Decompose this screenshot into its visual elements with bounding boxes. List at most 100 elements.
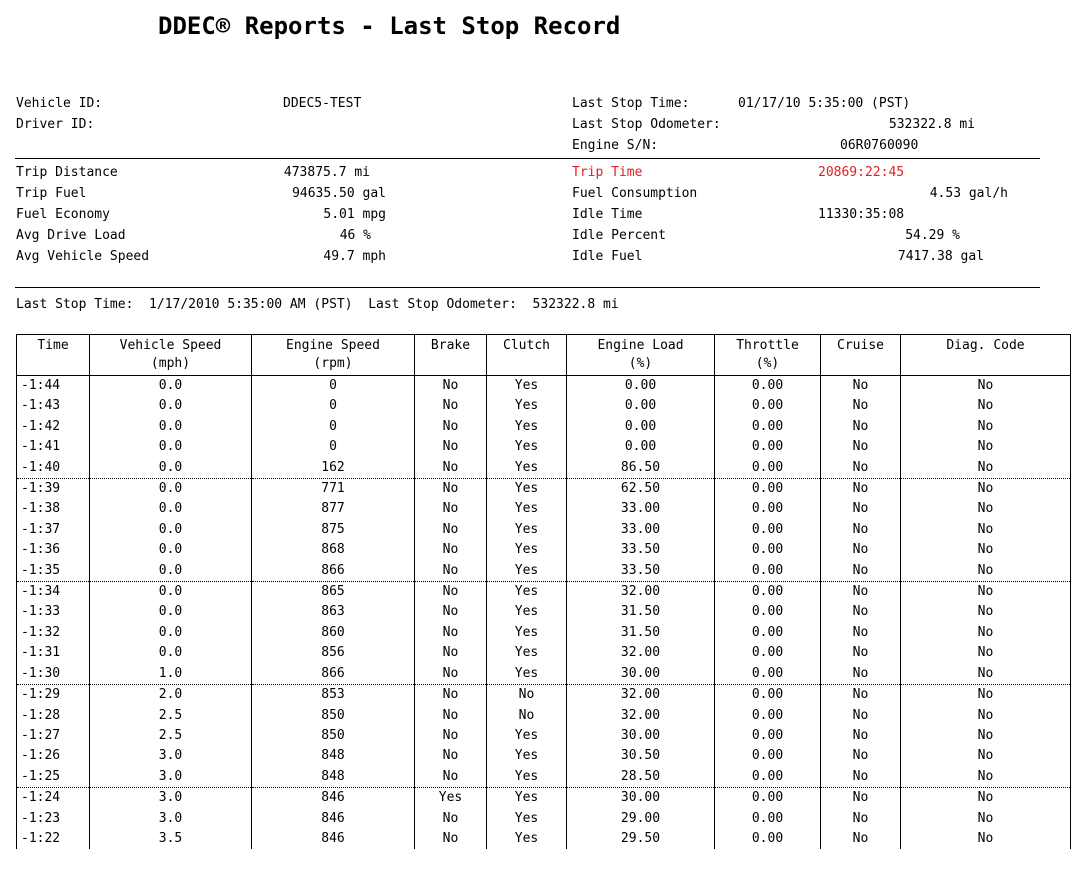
cell-throttle: 0.00: [714, 499, 821, 520]
driver-id-label: Driver ID:: [16, 117, 95, 132]
cell-diag-code: No: [900, 540, 1071, 561]
summary-value: 7417.38 gal: [897, 249, 984, 264]
table-row: -1:42 0.0 0 No Yes 0.00 0.00 No No: [16, 416, 1071, 438]
cell-diag-code: No: [900, 684, 1071, 706]
cell-vehicle-speed: 0.0: [89, 622, 252, 644]
cell-diag-code: No: [900, 725, 1071, 747]
cell-diag-code: No: [900, 396, 1071, 417]
cell-brake: No: [414, 766, 487, 789]
cell-diag-code: No: [900, 643, 1071, 664]
cell-vehicle-speed: 2.0: [89, 684, 252, 706]
cell-engine-load: 62.50: [566, 478, 715, 500]
cell-engine-speed: 0: [251, 396, 415, 417]
cell-vehicle-speed: 0.0: [89, 643, 252, 664]
cell-engine-speed: 848: [251, 746, 415, 767]
cell-time: -1:43: [16, 396, 90, 417]
table-header-row: Time Vehicle Speed (mph) Engine Speed (rpm) B…: [16, 334, 1071, 376]
cell-brake: No: [414, 416, 487, 438]
table-row: -1:27 2.5 850 No Yes 30.00 0.00 No No: [16, 725, 1071, 747]
summary-label: Idle Time: [572, 207, 643, 222]
column-header-clutch: Clutch: [486, 334, 567, 376]
cell-vehicle-speed: 0.0: [89, 540, 252, 561]
cell-cruise: No: [820, 519, 901, 541]
cell-vehicle-speed: 0.0: [89, 375, 252, 397]
cell-brake: No: [414, 499, 487, 520]
cell-vehicle-speed: 0.0: [89, 457, 252, 480]
cell-engine-load: 33.00: [566, 499, 715, 520]
table-row: -1:31 0.0 856 No Yes 32.00 0.00 No No: [16, 643, 1071, 664]
cell-engine-load: 32.00: [566, 684, 715, 706]
cell-engine-speed: 875: [251, 519, 415, 541]
cell-clutch: Yes: [486, 602, 567, 623]
cell-diag-code: No: [900, 581, 1071, 603]
cell-diag-code: No: [900, 622, 1071, 644]
cell-engine-speed: 860: [251, 622, 415, 644]
cell-throttle: 0.00: [714, 519, 821, 541]
cell-diag-code: No: [900, 375, 1071, 397]
cell-clutch: No: [486, 705, 567, 726]
cell-vehicle-speed: 3.0: [89, 746, 252, 767]
cell-engine-speed: 865: [251, 581, 415, 603]
cell-throttle: 0.00: [714, 581, 821, 603]
cell-clutch: Yes: [486, 643, 567, 664]
vehicle-id-value: DDEC5-TEST: [283, 96, 362, 111]
cell-diag-code: No: [900, 828, 1071, 850]
cell-throttle: 0.00: [714, 808, 821, 829]
cell-time: -1:38: [16, 499, 90, 520]
cell-engine-speed: 856: [251, 643, 415, 664]
summary-label: Fuel Consumption: [572, 186, 698, 201]
cell-engine-speed: 846: [251, 808, 415, 829]
cell-cruise: No: [820, 808, 901, 829]
cell-diag-code: No: [900, 787, 1071, 809]
cell-brake: No: [414, 560, 487, 583]
cell-throttle: 0.00: [714, 540, 821, 561]
cell-diag-code: No: [900, 437, 1071, 458]
summary-value: 473875.7 mi: [283, 165, 370, 180]
summary-label: Trip Fuel: [16, 186, 87, 201]
cell-clutch: Yes: [486, 725, 567, 747]
cell-brake: No: [414, 808, 487, 829]
cell-clutch: Yes: [486, 437, 567, 458]
summary-value: 94635.50 gal: [292, 186, 386, 201]
cell-engine-load: 30.50: [566, 746, 715, 767]
column-header-vehicle-speed: Vehicle Speed (mph): [89, 334, 252, 376]
cell-throttle: 0.00: [714, 396, 821, 417]
cell-clutch: Yes: [486, 519, 567, 541]
cell-throttle: 0.00: [714, 663, 821, 686]
cell-vehicle-speed: 0.0: [89, 499, 252, 520]
cell-throttle: 0.00: [714, 684, 821, 706]
summary-divider: [15, 287, 1040, 288]
cell-vehicle-speed: 0.0: [89, 437, 252, 458]
cell-brake: No: [414, 375, 487, 397]
cell-cruise: No: [820, 705, 901, 726]
cell-clutch: Yes: [486, 416, 567, 438]
cell-engine-speed: 866: [251, 560, 415, 583]
cell-time: -1:24: [16, 787, 90, 809]
table-row: -1:29 2.0 853 No No 32.00 0.00 No No: [16, 684, 1071, 706]
cell-time: -1:32: [16, 622, 90, 644]
cell-vehicle-speed: 3.0: [89, 787, 252, 809]
cell-engine-load: 30.00: [566, 663, 715, 686]
cell-cruise: No: [820, 684, 901, 706]
cell-clutch: Yes: [486, 581, 567, 603]
cell-time: -1:37: [16, 519, 90, 541]
table-row: -1:44 0.0 0 No Yes 0.00 0.00 No No: [16, 375, 1071, 397]
cell-engine-speed: 846: [251, 828, 415, 850]
cell-vehicle-speed: 0.0: [89, 478, 252, 500]
cell-vehicle-speed: 0.0: [89, 602, 252, 623]
cell-time: -1:28: [16, 705, 90, 726]
cell-throttle: 0.00: [714, 560, 821, 583]
table-row: -1:32 0.0 860 No Yes 31.50 0.00 No No: [16, 622, 1071, 644]
cell-clutch: Yes: [486, 540, 567, 561]
cell-brake: No: [414, 457, 487, 480]
engine-sn-label: Engine S/N:: [572, 138, 659, 153]
cell-engine-speed: 162: [251, 457, 415, 480]
cell-vehicle-speed: 2.5: [89, 705, 252, 726]
cell-throttle: 0.00: [714, 416, 821, 438]
table-row: -1:43 0.0 0 No Yes 0.00 0.00 No No: [16, 396, 1071, 417]
cell-cruise: No: [820, 478, 901, 500]
cell-engine-speed: 0: [251, 437, 415, 458]
summary-value: 54.29 %: [905, 228, 960, 243]
summary-label: Avg Vehicle Speed: [16, 249, 150, 264]
cell-brake: No: [414, 663, 487, 686]
